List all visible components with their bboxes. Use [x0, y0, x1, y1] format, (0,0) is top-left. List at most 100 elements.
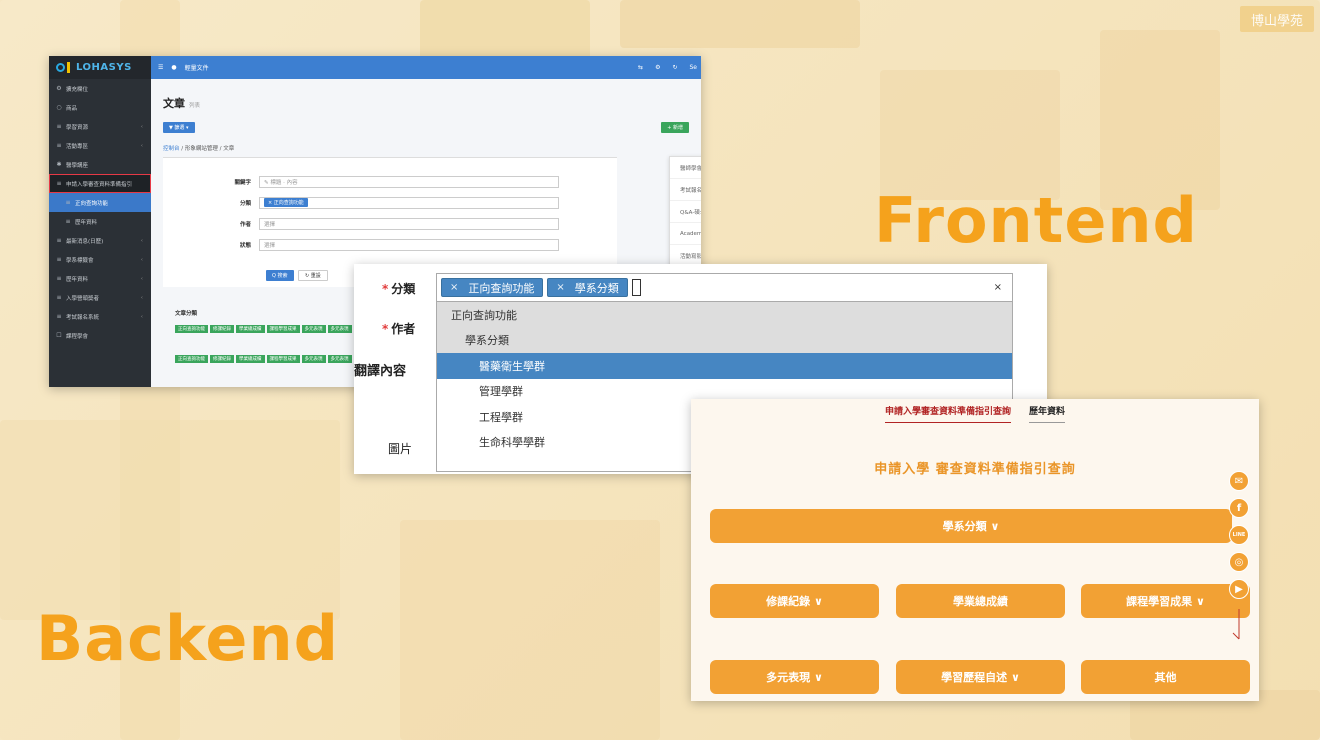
sidebar-item[interactable]: ≡ 歷年資料 ‹	[49, 269, 151, 288]
breadcrumb-home[interactable]: 控制台	[163, 146, 180, 152]
scroll-down-icon[interactable]	[1231, 609, 1243, 641]
sidebar-item-label: 擴充欄位	[66, 86, 89, 93]
instagram-icon[interactable]: ◎	[1229, 552, 1249, 572]
sidebar-item[interactable]: ≡ 學系標籤會 ‹	[49, 250, 151, 269]
chevron-left-icon: ‹	[140, 237, 143, 244]
top-nav-link[interactable]: 輕量文件	[185, 63, 209, 72]
line-icon[interactable]: LINE	[1229, 525, 1249, 545]
status-select[interactable]: 選擇	[259, 238, 559, 251]
sidebar-item[interactable]: ○ 商品	[49, 98, 151, 117]
topbar-action-icon[interactable]: Se	[690, 64, 698, 71]
topbar-action-icon[interactable]: ⇆	[638, 64, 643, 71]
sidebar-item[interactable]: ≡ 申請入學審查資料準備指引	[49, 174, 151, 193]
learning-outcome-button[interactable]: 課程學習成果 ∨	[1081, 584, 1250, 618]
hamburger-icon[interactable]: ☰	[158, 64, 163, 71]
sidebar-item-label: 最新消息(日歷)	[66, 238, 104, 245]
selected-chip[interactable]: × 學系分類	[547, 278, 628, 297]
dropdown-item[interactable]: 考試報名系統-碩士	[670, 179, 701, 201]
tab-guide-query[interactable]: 申請入學審查資料準備指引查詢	[884, 404, 1011, 423]
category-tag: 修課紀錄	[210, 355, 234, 363]
sidebar-item[interactable]: ≡ 正向查詢功能	[49, 193, 151, 212]
menu-icon: ≡	[56, 294, 62, 301]
youtube-icon[interactable]: ▶	[1229, 579, 1249, 599]
frontend-window: 申請入學審查資料準備指引查詢 歷年資料 申請入學 審查資料準備指引查詢 學系分類…	[691, 399, 1259, 701]
topbar-actions: ⇆ ⚙ ↻ Se	[638, 64, 701, 71]
backend-label: Backend	[36, 602, 339, 675]
breadcrumb-current: 文章	[223, 146, 235, 152]
filter-button[interactable]: ▼ 篩選 ▾	[163, 122, 195, 133]
category-tag: 學業總成績	[236, 355, 265, 363]
sidebar-menu: ⚙ 擴充欄位 ○ 商品 ≡ 學習資源 ‹ ≡ 活動專區 ‹ ✱ 醫學講座 ≡ 申請入學審查資料準備指引 ≡ 正…	[49, 79, 151, 345]
facebook-icon[interactable]: f	[1229, 498, 1249, 518]
sidebar-item[interactable]: ≡ 歷年資料	[49, 212, 151, 231]
keyword-input[interactable]: ✎ 標題 · 內容	[259, 175, 559, 188]
sidebar-item[interactable]: ☐ 課程學會	[49, 326, 151, 345]
menu-icon: ≡	[65, 218, 71, 225]
category-tag[interactable]: × 正向查詢功能	[264, 198, 308, 207]
sidebar-item[interactable]: ⚙ 擴充欄位	[49, 79, 151, 98]
menu-icon: ✱	[56, 161, 62, 168]
category-multiselect[interactable]: × 正向查詢功能 × 學系分類 ×	[436, 273, 1013, 302]
dropdown-item[interactable]: Academic Hub	[670, 223, 701, 245]
chevron-left-icon: ‹	[140, 256, 143, 263]
brand-name: LOHASYS	[76, 62, 132, 73]
sidebar-item-label: 入學營頒獎者	[66, 295, 100, 302]
menu-icon: ≡	[56, 237, 62, 244]
option-group[interactable]: 正向查詢功能	[437, 302, 1012, 328]
other-button[interactable]: 其他	[1081, 660, 1250, 694]
sidebar-item-label: 申請入學審查資料準備指引	[66, 181, 133, 188]
option-group[interactable]: 學系分類	[437, 327, 1012, 353]
menu-icon: ≡	[56, 256, 62, 263]
chevron-left-icon: ‹	[140, 313, 143, 320]
topbar-action-icon[interactable]: ⚙	[655, 64, 660, 71]
option-item[interactable]: 醫藥衛生學群	[437, 353, 1012, 379]
sidebar-item-label: 正向查詢功能	[75, 200, 109, 207]
globe-icon[interactable]: ●	[171, 64, 176, 71]
breadcrumb: 控制台 / 形象網站管理 / 文章	[163, 146, 235, 152]
menu-icon: ≡	[65, 199, 71, 206]
diverse-performance-button[interactable]: 多元表現 ∨	[710, 660, 879, 694]
page-subtitle: 列表	[189, 103, 201, 109]
dropdown-item[interactable]: 醫師學會-碩士	[670, 157, 701, 179]
search-cursor[interactable]	[631, 279, 641, 296]
tab-history[interactable]: 歷年資料	[1029, 404, 1066, 423]
add-button[interactable]: + 新增	[661, 122, 689, 133]
chip-remove-icon[interactable]: ×	[556, 282, 564, 293]
topbar-action-icon[interactable]: ↻	[672, 64, 677, 71]
sidebar-item-label: 學系標籤會	[66, 257, 94, 264]
menu-icon: ⚙	[56, 85, 62, 92]
mail-icon[interactable]: ✉	[1229, 471, 1249, 491]
category-tag: 多元表現	[327, 355, 352, 363]
sidebar-item[interactable]: ≡ 學習資源 ‹	[49, 117, 151, 136]
clear-icon[interactable]: ×	[994, 282, 1002, 293]
author-label: 作者	[239, 221, 251, 228]
dropdown-item[interactable]: Q&A-碩士	[670, 201, 701, 223]
course-record-button[interactable]: 修課紀錄 ∨	[710, 584, 879, 618]
search-button[interactable]: Q 搜索	[266, 270, 294, 281]
department-category-button[interactable]: 學系分類 ∨	[710, 509, 1232, 543]
brand-logo[interactable]: LOHASYS	[49, 56, 151, 79]
corner-brand-tag: 博山學苑	[1240, 6, 1314, 32]
category-select[interactable]: × 正向查詢功能	[259, 196, 559, 209]
author-select[interactable]: 選擇	[259, 217, 559, 230]
menu-icon: ≡	[56, 123, 62, 130]
chip-remove-icon[interactable]: ×	[450, 282, 458, 293]
menu-icon: ≡	[56, 142, 62, 149]
frontend-label: Frontend	[874, 184, 1198, 257]
reset-button[interactable]: ↻ 重設	[298, 270, 328, 281]
category-tag: 正向查詢功能	[175, 325, 208, 333]
overall-grade-button[interactable]: 學業總成績	[896, 584, 1065, 618]
sidebar-item-label: 學習資源	[66, 124, 89, 131]
category-tag: 多元表現	[301, 355, 326, 363]
learning-statement-button[interactable]: 學習歷程自述 ∨	[896, 660, 1065, 694]
sidebar-item[interactable]: ✱ 醫學講座	[49, 155, 151, 174]
menu-icon: ≡	[56, 180, 62, 187]
sidebar-item[interactable]: ≡ 最新消息(日歷) ‹	[49, 231, 151, 250]
sidebar-item[interactable]: ≡ 入學營頒獎者 ‹	[49, 288, 151, 307]
selected-chip[interactable]: × 正向查詢功能	[441, 278, 544, 297]
breadcrumb-section[interactable]: 形象網站管理	[185, 146, 218, 152]
sidebar-item-label: 考試報名系統	[66, 314, 100, 321]
category-tag: 正向查詢功能	[175, 355, 208, 363]
sidebar-item[interactable]: ≡ 活動專區 ‹	[49, 136, 151, 155]
sidebar-item[interactable]: ≡ 考試報名系統 ‹	[49, 307, 151, 326]
